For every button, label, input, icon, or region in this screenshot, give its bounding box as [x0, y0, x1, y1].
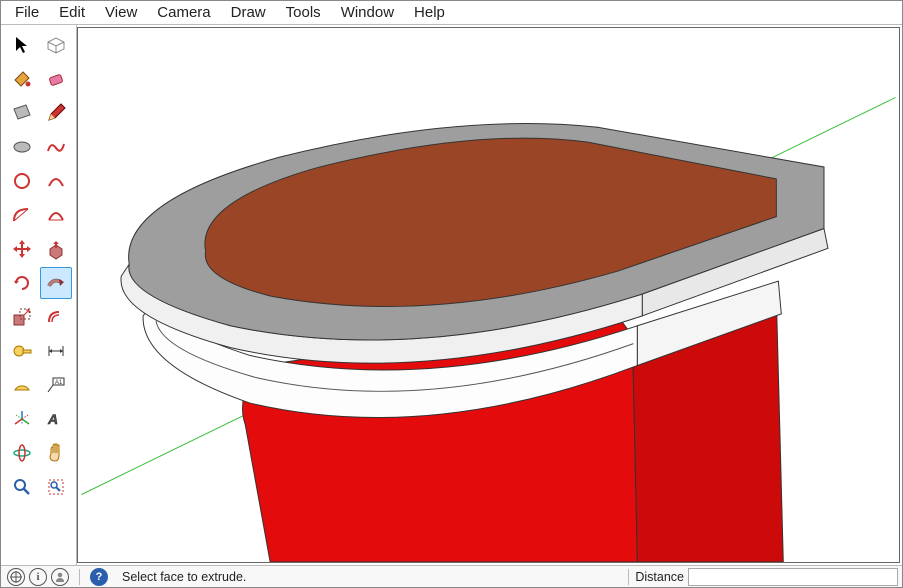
arc-icon — [45, 170, 67, 192]
polygon-icon — [11, 170, 33, 192]
eraser-tool[interactable] — [40, 63, 72, 95]
polygon-tool[interactable] — [6, 165, 38, 197]
user-icon[interactable] — [51, 568, 69, 586]
menu-bar: File Edit View Camera Draw Tools Window … — [1, 1, 902, 25]
zoom-extents-icon — [45, 476, 67, 498]
status-divider-2 — [628, 569, 629, 585]
menu-camera[interactable]: Camera — [147, 2, 220, 23]
main-area: A1 A — [1, 25, 902, 565]
paint-bucket-tool[interactable] — [6, 63, 38, 95]
eraser-icon — [45, 68, 67, 90]
freehand-tool[interactable] — [40, 131, 72, 163]
curve-tool-2[interactable] — [40, 199, 72, 231]
distance-label: Distance — [635, 570, 684, 584]
component-icon — [45, 34, 67, 56]
zoom-tool[interactable] — [6, 471, 38, 503]
offset-icon — [45, 306, 67, 328]
component-tool[interactable] — [40, 29, 72, 61]
curve2-icon — [45, 204, 67, 226]
circle-tool[interactable] — [6, 131, 38, 163]
model-viewport[interactable] — [77, 27, 900, 563]
axes-icon — [11, 408, 33, 430]
paint-bucket-icon — [11, 68, 33, 90]
text-label-icon: A1 — [45, 374, 67, 396]
arc-tool[interactable] — [40, 165, 72, 197]
menu-draw[interactable]: Draw — [221, 2, 276, 23]
3d-text-icon: A — [45, 408, 67, 430]
magnifier-icon — [11, 476, 33, 498]
axes-tool[interactable] — [6, 403, 38, 435]
model-scene — [78, 28, 899, 562]
status-divider — [79, 569, 80, 585]
select-tool[interactable] — [6, 29, 38, 61]
rotate-icon — [11, 272, 33, 294]
credits-icon[interactable]: i — [29, 568, 47, 586]
freehand-icon — [45, 136, 67, 158]
push-pull-icon — [45, 238, 67, 260]
move-tool[interactable] — [6, 233, 38, 265]
hand-icon — [45, 442, 67, 464]
pencil-icon — [45, 102, 67, 124]
rotate-tool[interactable] — [6, 267, 38, 299]
zoom-extents-tool[interactable] — [40, 471, 72, 503]
move-icon — [11, 238, 33, 260]
distance-input[interactable] — [688, 568, 898, 586]
curve1-icon — [11, 204, 33, 226]
text-label-tool[interactable]: A1 — [40, 369, 72, 401]
scale-tool[interactable] — [6, 301, 38, 333]
pan-tool[interactable] — [40, 437, 72, 469]
cursor-arrow-icon — [12, 35, 32, 55]
dimension-icon — [45, 340, 67, 362]
menu-edit[interactable]: Edit — [49, 2, 95, 23]
tool-palette: A1 A — [1, 25, 77, 565]
protractor-tool[interactable] — [6, 369, 38, 401]
menu-view[interactable]: View — [95, 2, 147, 23]
circle-icon — [11, 136, 33, 158]
scale-icon — [11, 306, 33, 328]
status-bar: i ? Select face to extrude. Distance — [1, 565, 902, 587]
status-hint: Select face to extrude. — [114, 570, 622, 584]
orbit-icon — [11, 442, 33, 464]
rectangle-tool[interactable] — [6, 97, 38, 129]
geo-location-icon[interactable] — [7, 568, 25, 586]
menu-file[interactable]: File — [5, 2, 49, 23]
protractor-icon — [11, 374, 33, 396]
line-tool[interactable] — [40, 97, 72, 129]
tape-measure-tool[interactable] — [6, 335, 38, 367]
follow-me-tool[interactable] — [40, 267, 72, 299]
svg-text:A1: A1 — [55, 380, 63, 386]
orbit-tool[interactable] — [6, 437, 38, 469]
dimension-tool[interactable] — [40, 335, 72, 367]
menu-tools[interactable]: Tools — [276, 2, 331, 23]
3d-text-tool[interactable]: A — [40, 403, 72, 435]
rectangle-icon — [11, 102, 33, 124]
push-pull-tool[interactable] — [40, 233, 72, 265]
offset-tool[interactable] — [40, 301, 72, 333]
menu-window[interactable]: Window — [331, 2, 404, 23]
follow-me-icon — [45, 272, 67, 294]
menu-help[interactable]: Help — [404, 2, 455, 23]
tape-icon — [11, 340, 33, 362]
curve-tool-1[interactable] — [6, 199, 38, 231]
svg-text:A: A — [47, 411, 58, 427]
help-icon[interactable]: ? — [90, 568, 108, 586]
